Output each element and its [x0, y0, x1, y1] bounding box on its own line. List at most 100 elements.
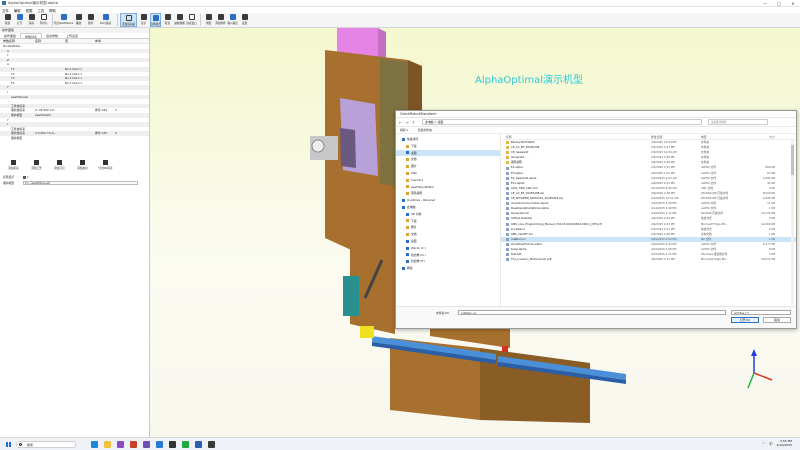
toolbar-button-4[interactable]: 导出SolidWorks — [54, 13, 73, 27]
menu-item-0[interactable]: 文件 — [2, 8, 9, 13]
nav-item[interactable]: 桌面 — [396, 149, 500, 157]
chevron-up-icon[interactable]: ^ — [762, 442, 765, 446]
cancel-button[interactable]: 取消 — [763, 317, 791, 323]
toolbar-button-10[interactable]: 选择模式 — [150, 13, 161, 27]
visual-studio-icon[interactable] — [117, 440, 124, 448]
nav-item[interactable]: sawFixtureEditor — [396, 184, 500, 191]
nav-item[interactable]: 源码说明 — [396, 190, 500, 197]
col-name[interactable]: 名称 — [35, 39, 65, 43]
nav-item[interactable]: 快速访问 — [396, 136, 500, 143]
language-indicator[interactable]: 中 — [769, 442, 773, 447]
address-bar[interactable]: 此电脑 > 桌面 — [422, 119, 703, 125]
col-file-size[interactable]: 大小 — [745, 134, 775, 139]
nav-item[interactable]: 新加卷 (D:) — [396, 252, 500, 259]
col-file-type[interactable]: 类型 — [701, 134, 745, 139]
menu-item-1[interactable]: 编辑 — [14, 8, 21, 13]
toolbar-button-0[interactable]: 新建 — [2, 13, 13, 27]
wechat-icon[interactable] — [182, 440, 189, 448]
close-button[interactable]: ✕ — [786, 0, 800, 7]
minimize-button[interactable]: — — [758, 0, 772, 7]
dialog-search-input[interactable]: 在桌面中搜索 — [708, 119, 769, 125]
nav-item-label: 网络 — [407, 266, 413, 271]
toolbar-button-3[interactable]: 另存为 — [38, 13, 49, 27]
nav-item[interactable]: 图片 — [396, 163, 500, 170]
nav-item[interactable]: OneDrive - Personal — [396, 197, 500, 204]
toolbar-button-11[interactable]: 框选 — [162, 13, 173, 27]
app-blue-icon[interactable] — [195, 440, 202, 448]
scrollbar-thumb[interactable] — [791, 145, 794, 175]
maximize-button[interactable]: □ — [772, 0, 786, 7]
file-type-filter[interactable]: All Files (*) — [731, 309, 791, 315]
toolbar-button-17[interactable]: 设置 — [239, 13, 250, 27]
panel-tab-0[interactable]: 操作面板 — [0, 33, 20, 38]
panel-tab-3[interactable]: 上传设置 — [62, 33, 82, 38]
col-param-name[interactable]: 参数名称 — [3, 39, 35, 43]
file-explorer-icon[interactable] — [104, 440, 111, 448]
panel-tab-1[interactable]: 参数列表 — [20, 33, 43, 39]
taskbar-search[interactable]: 搜索 — [16, 440, 76, 448]
forward-arrow-icon[interactable]: → — [405, 120, 408, 125]
toolbar-button-13[interactable]: 适应窗口 — [186, 13, 197, 27]
vscode-icon[interactable] — [156, 440, 163, 448]
organize-button[interactable]: 组织 ▾ — [400, 128, 408, 132]
panel-tab-2[interactable]: 运动参数 — [42, 33, 62, 38]
app-red-icon[interactable] — [130, 440, 137, 448]
toolbar-button-1[interactable]: 打开 — [14, 13, 25, 27]
edge-icon[interactable] — [91, 440, 98, 448]
property-checkbox[interactable] — [23, 175, 26, 179]
app-dark-icon[interactable] — [169, 440, 176, 448]
col-file-date[interactable]: 修改日期 — [651, 134, 701, 139]
toolbar-button-2[interactable]: 保存 — [26, 13, 37, 27]
app-purple-icon[interactable] — [143, 440, 150, 448]
nav-item[interactable]: 此电脑 — [396, 204, 500, 211]
toolbar-button-12[interactable]: 缩放视图 — [174, 13, 185, 27]
toolbar-button-8[interactable]: 添加运动副 — [120, 13, 137, 27]
nav-item[interactable]: 下载 — [396, 143, 500, 150]
menu-item-4[interactable]: 帮助 — [49, 8, 56, 13]
menu-item-2[interactable]: 视图 — [26, 8, 33, 13]
col-ref[interactable]: 参考 — [95, 39, 115, 43]
clock[interactable]: 4:55 PM 4/16/2025 — [777, 440, 792, 447]
panel-action-1[interactable]: 添加工件 — [25, 160, 48, 170]
nav-item[interactable]: CNC — [396, 170, 500, 177]
toolbar-button-15[interactable]: 添加零件 — [215, 13, 226, 27]
toolbar-button-16[interactable]: 输入输出 — [227, 13, 238, 27]
file-list-scrollbar[interactable] — [791, 140, 794, 305]
col-file-name[interactable]: 名称 — [501, 134, 651, 139]
filename-input[interactable]: rotation.nc — [458, 309, 726, 315]
toolbar-button-6[interactable]: 暂停 — [85, 13, 96, 27]
panel-action-2[interactable]: 添加刀具 — [48, 160, 71, 170]
toolbar-button-5[interactable]: 播放 — [73, 13, 84, 27]
param-tree[interactable]: DoubleTable X Y Z A T1 No:1 Dia:1 L T2 No:1 Dia:… — [0, 44, 149, 154]
start-button[interactable] — [6, 441, 11, 447]
new-folder-button[interactable]: 新建文件夹 — [418, 128, 432, 132]
toolbar-button-14[interactable]: 测量 — [203, 13, 214, 27]
panel-action-4[interactable]: 导出NC程序 — [94, 160, 117, 170]
up-arrow-icon[interactable]: ↑ — [412, 120, 415, 125]
file-row[interactable]: The_Invasion_MechanicsLl.pdf 4/5/2025 3:1… — [501, 257, 796, 262]
back-arrow-icon[interactable]: ← — [399, 120, 402, 125]
toolbar-label: 测量 — [205, 22, 212, 25]
nav-item[interactable]: Win11 (C:) — [396, 245, 500, 252]
nav-item[interactable]: 文档 — [396, 156, 500, 163]
toolbar-button-7[interactable]: PLC/运动 — [97, 13, 114, 27]
nav-item[interactable]: 新加卷 (E:) — [396, 258, 500, 265]
taskbar: 搜索 ^ 中 4:55 PM 4/16/2025 — [0, 437, 800, 450]
panel-action-0[interactable]: 添加机床 — [2, 160, 25, 170]
obs-icon[interactable] — [208, 440, 215, 448]
menu-item-3[interactable]: 工具 — [37, 8, 44, 13]
property-input[interactable]: C:\...\sawFixture.stl — [23, 180, 138, 186]
nav-item[interactable]: 网络 — [396, 265, 500, 272]
col-value[interactable]: 值 — [65, 39, 95, 43]
nav-item[interactable]: 下载 — [396, 218, 500, 225]
nav-item[interactable]: machine — [396, 177, 500, 184]
tree-row[interactable]: 保护模型 — [0, 136, 149, 141]
app-icon — [2, 1, 6, 5]
nav-item[interactable]: 图片 — [396, 224, 500, 231]
panel-action-3[interactable]: 添加夹具 — [71, 160, 94, 170]
open-button[interactable]: 打开(O) — [731, 317, 759, 323]
nav-item[interactable]: 文档 — [396, 231, 500, 238]
toolbar-button-9[interactable]: 显示 — [138, 13, 149, 27]
nav-item[interactable]: 桌面 — [396, 238, 500, 245]
nav-item[interactable]: 3D 对象 — [396, 211, 500, 218]
